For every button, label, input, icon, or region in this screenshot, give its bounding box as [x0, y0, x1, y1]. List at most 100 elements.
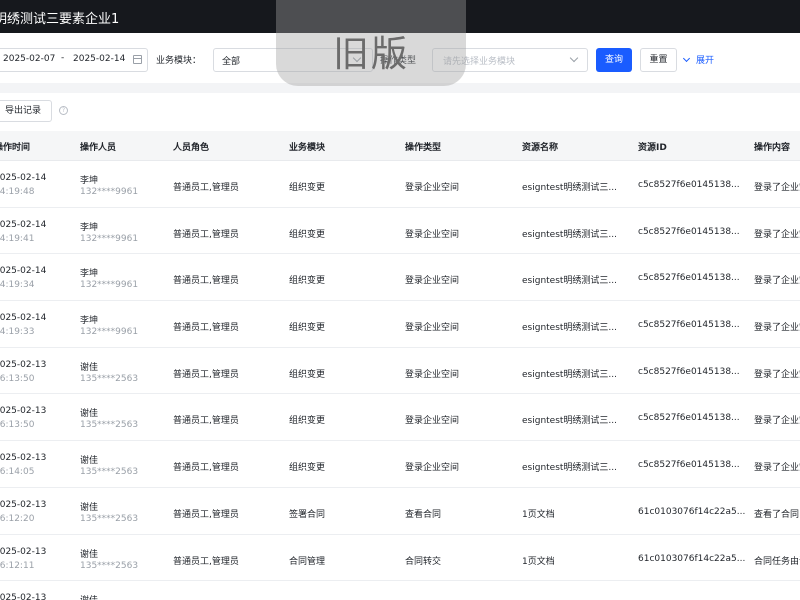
cell-time: 16:13:50 [0, 420, 35, 431]
cell-resource-id: 61c0103076f14c22a5... [638, 553, 746, 564]
cell-operator-phone: 132****9961 [80, 233, 139, 244]
cell-date: 2025-02-14 [0, 173, 47, 183]
cell-operation-type: 登录企业空间 [405, 463, 460, 474]
table-header: 操作时间 操作人员 人员角色 业务模块 操作类型 资源名称 资源ID 操作内容 [0, 131, 800, 161]
watermark-text: 旧版 [332, 34, 409, 75]
table-row[interactable]: 2025-02-14 14:19:34 李坤132****9961 普通员工,管理员 组… [0, 254, 800, 302]
cell-operation-content: 登录了企业空间 [754, 276, 800, 287]
cell-operation-content: 登录了企业空间 [754, 369, 800, 380]
table-row[interactable]: 2025-02-13 16:13:50 谢佳135****2563 普通员工,管理员 组… [0, 347, 800, 395]
cell-resource-id: c5c8527f6e0145138... [638, 366, 740, 377]
cell-resource-id: c5c8527f6e0145138... [638, 180, 740, 190]
cell-operator-name: 李坤 [80, 316, 99, 327]
cell-operator-name: 谢佳 [80, 456, 99, 467]
cell-operator-name: 谢佳 [80, 593, 98, 600]
cell-operator-phone: 135****2563 [80, 560, 139, 571]
cell-resource-name: esigntest明绣测试三... [522, 323, 618, 334]
cell-operator-phone: 135****2563 [80, 420, 139, 431]
chevron-down-icon [569, 53, 579, 63]
cell-operation-content: 登录了企业空间 [754, 463, 800, 474]
cell-operation-content: 合同任务由谢佳 [754, 556, 800, 567]
cell-resource-name: esigntest明绣测试三... [522, 416, 618, 427]
cell-operation-type: 登录企业空间 [405, 416, 460, 427]
cell-operation-content: 登录了企业空间 [754, 323, 800, 334]
cell-resource-id: c5c8527f6e0145138... [638, 413, 740, 424]
expand-toggle[interactable]: 展开 [682, 53, 715, 66]
column-header-module: 业务模块 [289, 143, 326, 153]
reset-button[interactable]: 重置 [640, 48, 677, 72]
column-header-resource-id: 资源ID [638, 143, 667, 153]
cell-operation-type: 查看合同 [405, 509, 442, 520]
cell-operation-content: 登录了企业空间 [754, 229, 800, 240]
date-separator: - [61, 53, 65, 63]
cell-role: 普通员工,管理员 [173, 229, 239, 240]
table-row[interactable]: 2025-02-13 16:13:50 谢佳135****2563 普通员工,管理员 组… [0, 394, 800, 442]
calendar-icon[interactable] [133, 55, 142, 64]
cell-module: 组织变更 [289, 183, 326, 193]
cell-role: 普通员工,管理员 [173, 556, 239, 567]
cell-date: 2025-02-14 [0, 219, 47, 230]
cell-operator-name: 李坤 [80, 222, 99, 233]
date-range-picker[interactable]: 2025-02-07 - 2025-02-14 [0, 48, 148, 72]
cell-module: 签署合同 [289, 509, 326, 520]
column-header-time: 操作时间 [0, 143, 31, 153]
cell-module: 组织变更 [289, 416, 326, 427]
expand-label: 展开 [696, 56, 715, 66]
cell-resource-name: 1页文档 [522, 556, 555, 567]
date-end[interactable]: 2025-02-14 [73, 54, 125, 64]
chevron-down-icon [682, 54, 691, 63]
cell-operation-type: 登录企业空间 [405, 323, 460, 334]
cell-module: 组织变更 [289, 463, 326, 474]
cell-operator-name: 李坤 [80, 269, 99, 280]
cell-operation-content: 查看了合同 [754, 509, 800, 520]
cell-module: 组织变更 [289, 323, 326, 334]
cell-resource-name: esigntest明绣测试三... [522, 276, 618, 287]
cell-operation-type: 登录企业空间 [405, 229, 460, 240]
cell-operator-phone: 132****9961 [80, 280, 139, 291]
table-row[interactable]: 2025-02-13 16:12:20 谢佳135****2563 普通员工,管理员 签… [0, 487, 800, 535]
cell-operator-name: 李坤 [80, 176, 99, 186]
column-header-type: 操作类型 [405, 143, 442, 153]
cell-operation-type: 登录企业空间 [405, 369, 460, 380]
cell-date: 2025-02-13 [0, 359, 47, 370]
cell-date: 2025-02-13 [0, 499, 47, 510]
cell-operation-content: 登录了企业空间 [754, 416, 800, 427]
table-row[interactable]: 2025-02-13 谢佳 [0, 581, 800, 600]
cell-time: 16:13:50 [0, 373, 35, 384]
date-start[interactable]: 2025-02-07 [3, 54, 55, 64]
column-header-content: 操作内容 [754, 143, 791, 153]
cell-role: 普通员工,管理员 [173, 369, 239, 380]
cell-resource-name: esigntest明绣测试三... [522, 183, 618, 193]
cell-date: 2025-02-13 [0, 546, 47, 557]
cell-operator-phone: 135****2563 [80, 513, 139, 524]
cell-time: 16:14:05 [0, 467, 35, 478]
cell-date: 2025-02-13 [0, 453, 47, 464]
cell-operator-name: 谢佳 [80, 409, 99, 420]
cell-operator-phone: 135****2563 [80, 467, 139, 478]
cell-time: 16:12:11 [0, 560, 35, 571]
table-row[interactable]: 2025-02-14 14:19:41 李坤132****9961 普通员工,管理员 组… [0, 207, 800, 255]
cell-module: 组织变更 [289, 276, 326, 287]
cell-operator-name: 谢佳 [80, 362, 99, 373]
column-header-role: 人员角色 [173, 143, 210, 153]
table-row[interactable]: 2025-02-13 16:12:11 谢佳135****2563 普通员工,管理员 合… [0, 534, 800, 582]
cell-operation-content: 登录了企业空间 [754, 183, 800, 193]
info-icon[interactable]: ? [59, 106, 68, 115]
table-row[interactable]: 2025-02-14 14:19:33 李坤132****9961 普通员工,管理员 组… [0, 301, 800, 348]
table-row[interactable]: 2025-02-14 14:19:48 李坤132****9961 普通员工,管理员 组… [0, 161, 800, 208]
table-body: 2025-02-1414:19:48李坤132****9961普通员工,管理员组… [0, 161, 800, 600]
cell-module: 组织变更 [289, 369, 326, 380]
cell-resource-id: c5c8527f6e0145138... [638, 226, 740, 237]
cell-time: 14:19:48 [0, 187, 35, 197]
cell-operator-name: 谢佳 [80, 502, 99, 513]
table-row[interactable]: 2025-02-13 16:14:05 谢佳135****2563 普通员工,管理员 组… [0, 441, 800, 488]
cell-role: 普通员工,管理员 [173, 416, 239, 427]
query-button[interactable]: 查询 [596, 48, 632, 72]
cell-resource-id: 61c0103076f14c22a5... [638, 506, 746, 517]
module-select-value: 全部 [222, 57, 241, 67]
export-records-button[interactable]: 导出记录 [0, 100, 52, 122]
cell-operation-type: 合同转交 [405, 556, 442, 567]
cell-time: 14:19:34 [0, 280, 35, 291]
old-version-watermark: 旧版 [276, 0, 466, 86]
cell-time: 14:19:33 [0, 327, 35, 338]
